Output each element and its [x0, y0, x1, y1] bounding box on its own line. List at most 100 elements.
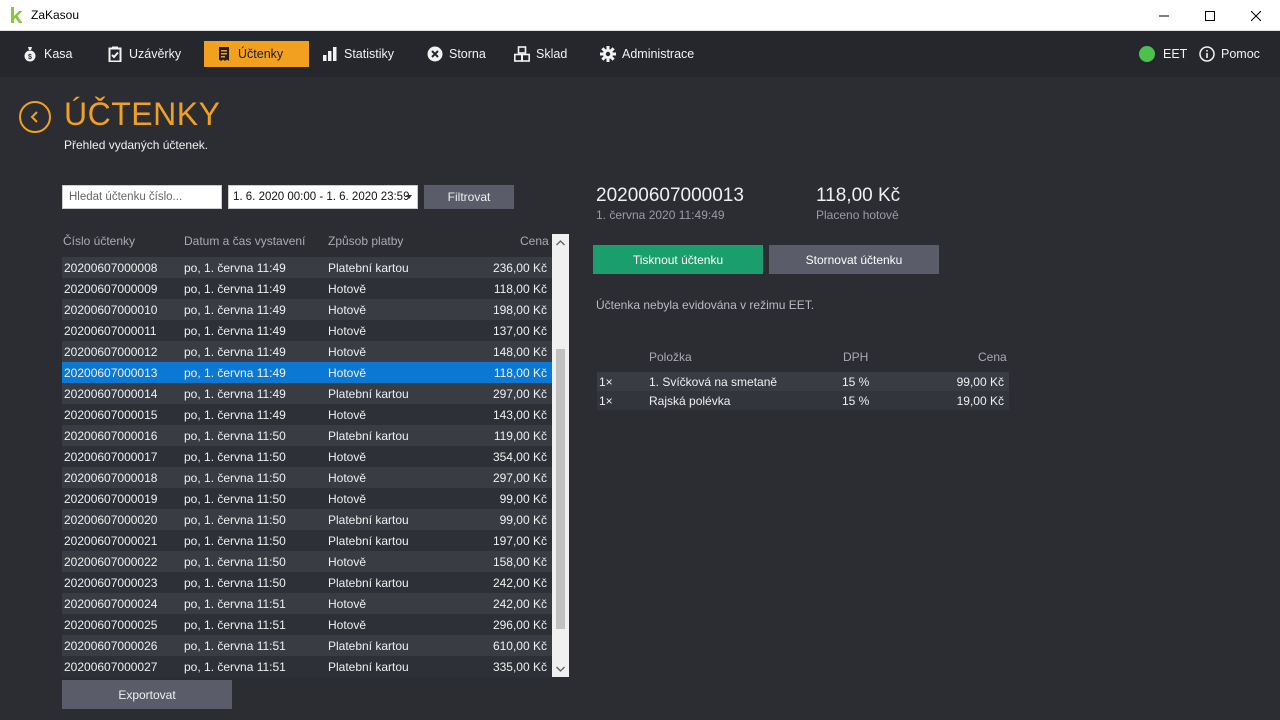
item-price: 19,00 Kč [956, 394, 1004, 408]
table-row[interactable]: 20200607000024 po, 1. června 11:51 Hotově 2… [62, 593, 552, 614]
table-row[interactable]: 20200607000019 po, 1. června 11:50 Hotově 9… [62, 488, 552, 509]
close-button[interactable] [1233, 0, 1279, 31]
cell-price: 197,00 Kč [492, 534, 547, 548]
cell-receipt-number: 20200607000013 [64, 366, 158, 380]
payment-method: Placeno hotově [816, 208, 899, 222]
cell-datetime: po, 1. června 11:49 [184, 282, 286, 296]
chevron-left-icon [30, 111, 38, 123]
table-row[interactable]: 20200607000017 po, 1. června 11:50 Hotově 3… [62, 446, 552, 467]
nav-item-administrace[interactable]: Administrace [600, 41, 700, 67]
nav-label-kasa: Kasa [44, 47, 73, 61]
table-row[interactable]: 20200607000020 po, 1. června 11:50 Platebn… [62, 509, 552, 530]
table-row[interactable]: 20200607000009 po, 1. června 11:49 Hotově 1… [62, 278, 552, 299]
item-vat: 15 % [842, 394, 870, 408]
items-header-price: Cena [978, 350, 1007, 364]
table-row[interactable]: 20200607000027 po, 1. června 11:51 Platebn… [62, 656, 552, 677]
cell-payment: Platební kartou [328, 429, 409, 443]
clipboard-check-icon [107, 46, 123, 62]
cell-payment: Platební kartou [328, 660, 409, 674]
cell-price: 297,00 Kč [492, 387, 547, 401]
column-header-number[interactable]: Číslo účtenky [63, 234, 135, 248]
cell-receipt-number: 20200607000021 [64, 534, 158, 548]
nav-item-uzaverky[interactable]: Uzávěrky [107, 41, 187, 67]
cell-price: 119,00 Kč [493, 429, 547, 443]
table-row[interactable]: 20200607000022 po, 1. června 11:50 Hotově 1… [62, 551, 552, 572]
scroll-up-button[interactable] [552, 234, 569, 251]
cell-receipt-number: 20200607000022 [64, 555, 158, 569]
nav-label-statistiky: Statistiky [344, 47, 395, 61]
help-button[interactable]: Pomoc [1199, 41, 1266, 67]
table-row[interactable]: 20200607000012 po, 1. června 11:49 Hotově 1… [62, 341, 552, 362]
back-button[interactable] [19, 101, 51, 133]
nav-item-kasa[interactable]: $ Kasa [22, 41, 79, 67]
table-row[interactable]: 20200607000008 po, 1. června 11:49 Platebn… [62, 257, 552, 278]
cell-receipt-number: 20200607000019 [64, 492, 158, 506]
title-bar: ZaKasou [0, 0, 1280, 31]
item-name: 1. Svíčková na smetaně [649, 375, 778, 389]
window-title: ZaKasou [31, 8, 80, 22]
cell-datetime: po, 1. června 11:50 [184, 576, 286, 590]
cancel-receipt-button[interactable]: Stornovat účtenku [769, 245, 939, 274]
cell-payment: Platební kartou [328, 639, 409, 653]
table-row[interactable]: 20200607000018 po, 1. června 11:50 Hotově 2… [62, 467, 552, 488]
print-receipt-button[interactable]: Tisknout účtenku [593, 245, 763, 274]
cell-payment: Hotově [328, 492, 367, 506]
nav-item-storna[interactable]: Storna [427, 41, 492, 67]
date-range-select[interactable]: 1. 6. 2020 00:00 - 1. 6. 2020 23:59 [228, 185, 418, 209]
cell-datetime: po, 1. června 11:50 [184, 534, 286, 548]
filter-button[interactable]: Filtrovat [424, 185, 514, 209]
table-row-selected[interactable]: 20200607000013 po, 1. června 11:49 Hotově 1… [62, 362, 552, 383]
items-header-name: Položka [649, 350, 692, 364]
nav-item-statistiky[interactable]: Statistiky [322, 41, 400, 67]
table-row[interactable]: 20200607000014 po, 1. června 11:49 Platebn… [62, 383, 552, 404]
cell-payment: Platební kartou [328, 513, 409, 527]
minimize-button[interactable] [1141, 0, 1187, 31]
cell-payment: Hotově [328, 303, 367, 317]
cell-payment: Hotově [328, 555, 367, 569]
eet-status[interactable]: EET [1139, 41, 1193, 67]
cell-price: 297,00 Kč [492, 471, 547, 485]
cell-price: 158,00 Kč [492, 555, 547, 569]
table-row[interactable]: 20200607000015 po, 1. června 11:49 Hotově 1… [62, 404, 552, 425]
table-row[interactable]: 20200607000011 po, 1. června 11:49 Hotově 1… [62, 320, 552, 341]
scroll-down-button[interactable] [552, 660, 569, 677]
cell-datetime: po, 1. června 11:50 [184, 555, 286, 569]
cell-receipt-number: 20200607000017 [64, 450, 158, 464]
cell-price: 242,00 Kč [492, 597, 547, 611]
table-scrollbar[interactable] [552, 234, 569, 677]
cell-payment: Hotově [328, 366, 367, 380]
cell-receipt-number: 20200607000009 [64, 282, 158, 296]
column-header-date[interactable]: Datum a čas vystavení [184, 234, 305, 248]
eet-status-dot [1139, 46, 1155, 62]
cell-receipt-number: 20200607000020 [64, 513, 158, 527]
table-row[interactable]: 20200607000023 po, 1. června 11:50 Platebn… [62, 572, 552, 593]
minimize-icon [1159, 15, 1169, 16]
scroll-thumb[interactable] [556, 349, 565, 629]
column-header-payment[interactable]: Způsob platby [328, 234, 403, 248]
nav-item-sklad[interactable]: Sklad [514, 41, 573, 67]
item-price: 99,00 Kč [956, 375, 1004, 389]
item-name: Rajská polévka [649, 394, 731, 408]
table-row[interactable]: 20200607000010 po, 1. června 11:49 Hotově 1… [62, 299, 552, 320]
page-title: ÚČTENKY [64, 96, 221, 132]
column-header-price[interactable]: Cena [520, 234, 549, 248]
receipt-search-input[interactable] [62, 185, 222, 209]
receipt-icon [216, 46, 232, 62]
cell-payment: Platební kartou [328, 534, 409, 548]
nav-label-administrace: Administrace [622, 47, 695, 61]
table-row[interactable]: 20200607000026 po, 1. června 11:51 Platebn… [62, 635, 552, 656]
table-row[interactable]: 20200607000021 po, 1. června 11:50 Platebn… [62, 530, 552, 551]
nav-item-uctenky[interactable]: Účtenky [204, 41, 309, 67]
cell-receipt-number: 20200607000018 [64, 471, 158, 485]
maximize-button[interactable] [1187, 0, 1233, 31]
cell-price: 118,00 Kč [493, 366, 547, 380]
nav-label-uzaverky: Uzávěrky [129, 47, 182, 61]
table-row[interactable]: 20200607000025 po, 1. června 11:51 Hotově 2… [62, 614, 552, 635]
cell-receipt-number: 20200607000014 [64, 387, 158, 401]
cell-price: 198,00 Kč [492, 303, 547, 317]
table-row[interactable]: 20200607000016 po, 1. června 11:50 Platebn… [62, 425, 552, 446]
cell-price: 137,00 Kč [492, 324, 547, 338]
export-button[interactable]: Exportovat [62, 680, 232, 709]
cell-payment: Hotově [328, 471, 367, 485]
receipt-item-row: 1× 1. Svíčková na smetaně 15 % 99,00 Kč [597, 372, 1009, 391]
